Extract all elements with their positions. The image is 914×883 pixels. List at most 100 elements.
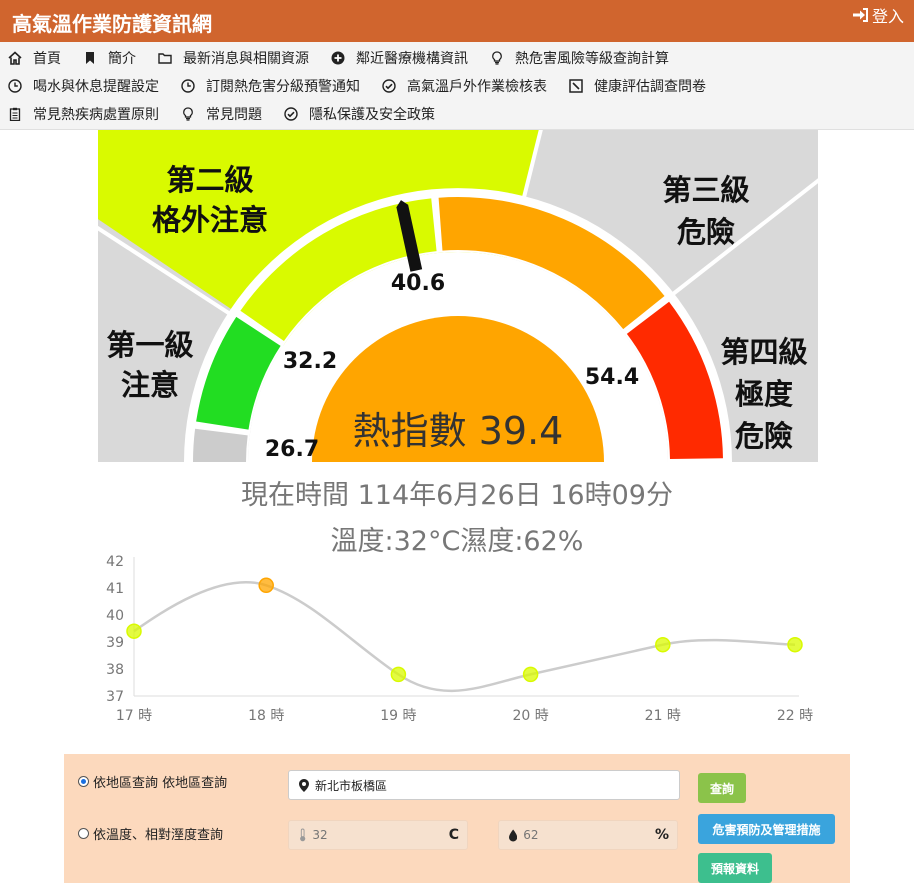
nav-row: 喝水與休息提醒設定 訂閱熱危害分級預警通知 高氣溫戶外作業檢核表 健康評估調查問卷 (0, 72, 720, 100)
area-value: 新北市板橋區 (315, 778, 388, 793)
level-label: 危險 (735, 419, 793, 453)
y-tick-label: 41 (106, 581, 124, 597)
level-label: 危險 (677, 215, 735, 249)
threshold-label: 32.2 (283, 349, 337, 374)
folder-icon (158, 51, 172, 65)
chart-svg: 37 38 39 40 41 42 17 時 18 時 19 時 20 時 21 時 22 時 (106, 554, 813, 724)
nav-item[interactable]: 首頁 (8, 48, 61, 68)
nav-item-label: 熱危害風險等級查詢計算 (515, 51, 669, 67)
main-nav: 首頁 簡介 最新消息與相關資源 鄰近醫療機構資訊 熱危害風險等級查詢計算喝水與休息提醒設… (0, 42, 914, 130)
nav-item[interactable]: 常見問題 (181, 104, 262, 124)
heat-index-forecast-chart: 37 38 39 40 41 42 17 時 18 時 19 時 20 時 21 時 22 時 (98, 548, 828, 738)
map-pin-icon (299, 778, 309, 792)
edit-box-icon (569, 79, 583, 93)
forecast-data-button[interactable]: 預報資料 (698, 853, 772, 883)
data-point[interactable] (787, 636, 803, 653)
y-tick-label: 40 (106, 608, 124, 624)
nav-item-label: 常見熱疾病處置原則 (33, 107, 159, 123)
x-tick-label: 17 時 (116, 708, 152, 724)
nav-item[interactable]: 簡介 (83, 48, 136, 68)
app-header: 高氣溫作業防護資訊網 登入 (0, 0, 914, 42)
data-point[interactable] (258, 577, 274, 594)
level-label: 格外注意 (152, 203, 268, 237)
threshold-label: 40.6 (391, 271, 445, 296)
level-label: 第三級 (662, 173, 749, 207)
nav-item-label: 隱私保護及安全政策 (309, 107, 435, 123)
area-select[interactable]: 新北市板橋區 (288, 770, 680, 800)
nav-item[interactable]: 喝水與休息提醒設定 (8, 76, 159, 96)
level-label: 注意 (121, 368, 179, 402)
nav-item[interactable]: 最新消息與相關資源 (158, 48, 309, 68)
level-label: 極度 (735, 377, 793, 411)
site-title[interactable]: 高氣溫作業防護資訊網 (12, 8, 212, 37)
home-icon (8, 51, 22, 65)
data-point[interactable] (522, 666, 539, 683)
clipboard-icon (8, 107, 22, 121)
check-circle-icon (382, 79, 396, 93)
y-tick-label: 42 (106, 554, 124, 570)
x-tick-label: 21 時 (645, 708, 681, 724)
x-tick-label: 22 時 (777, 708, 813, 724)
check-circle-icon (284, 107, 298, 121)
query-button[interactable]: 查詢 (698, 773, 746, 803)
temperature-input[interactable] (312, 828, 467, 842)
nav-row: 常見熱疾病處置原則 常見問題 隱私保護及安全政策 (0, 100, 449, 128)
nav-row: 首頁 簡介 最新消息與相關資源 鄰近醫療機構資訊 熱危害風險等級查詢計算 (0, 44, 683, 72)
celsius-unit: C (448, 827, 459, 843)
data-point[interactable] (655, 636, 671, 653)
clock-icon (181, 79, 195, 93)
nav-item-label: 簡介 (108, 51, 136, 67)
nav-item-label: 高氣溫戶外作業檢核表 (407, 79, 547, 95)
nav-item[interactable]: 熱危害風險等級查詢計算 (490, 48, 669, 68)
level-label: 第一級 (106, 328, 193, 362)
nav-item-label: 首頁 (33, 51, 61, 67)
x-tick-label: 20 時 (512, 708, 548, 724)
threshold-label: 54.4 (585, 365, 639, 390)
thermometer-icon (300, 828, 306, 842)
level-label: 第四級 (720, 335, 807, 369)
lightbulb-icon (181, 107, 195, 121)
radio-temp-humidity[interactable] (78, 828, 89, 839)
humidity-input-wrap[interactable]: % (498, 820, 678, 850)
option-by-temp-humidity[interactable]: 依溫度、相對溼度查詢 (78, 824, 223, 843)
query-form: 依地區查詢 依地區查詢 依溫度、相對溼度查詢 新北市板橋區 C % 查詢 危害預… (64, 754, 850, 883)
login-icon (852, 8, 868, 22)
y-tick-label: 39 (106, 635, 124, 651)
nav-item[interactable]: 高氣溫戶外作業檢核表 (382, 76, 547, 96)
nav-item[interactable]: 隱私保護及安全政策 (284, 104, 435, 124)
heat-index-label: 熱指數 39.4 (353, 409, 564, 453)
nav-item[interactable]: 鄰近醫療機構資訊 (331, 48, 468, 68)
lightbulb-icon (490, 51, 504, 65)
plus-circle-icon (331, 51, 345, 65)
heat-index-gauge: 26.7 32.2 40.6 54.4 第一級 注意 第二級 格外注意 第三級 危險 第四級 極度 危險… (98, 130, 818, 462)
option-by-area-label: 依地區查詢 依地區查詢 (93, 776, 228, 791)
login-link[interactable]: 登入 (852, 3, 904, 27)
percent-unit: % (654, 827, 669, 843)
bookmark-icon (83, 51, 97, 65)
x-tick-label: 18 時 (248, 708, 284, 724)
radio-area[interactable] (78, 776, 89, 787)
login-label: 登入 (871, 7, 904, 26)
option-by-area[interactable]: 依地區查詢 依地區查詢 (78, 772, 227, 791)
gauge-svg: 26.732.240.654.4第一級注意第二級格外注意第三級危險第四級極度危險… (98, 130, 818, 462)
nav-item[interactable]: 常見熱疾病處置原則 (8, 104, 159, 124)
option-by-temp-label: 依溫度、相對溼度查詢 (93, 828, 224, 843)
nav-item-label: 常見問題 (206, 107, 262, 123)
nav-item-label: 喝水與休息提醒設定 (33, 79, 159, 95)
nav-item[interactable]: 訂閱熱危害分級預警通知 (181, 76, 360, 96)
prevention-measures-button[interactable]: 危害預防及管理措施 (698, 814, 835, 844)
current-time: 現在時間 114年6月26日 16時09分 (241, 480, 673, 511)
temperature-input-wrap[interactable]: C (288, 820, 468, 850)
water-drop-icon (509, 829, 518, 841)
data-point[interactable] (126, 623, 142, 639)
series-line (133, 581, 796, 693)
nav-item-label: 鄰近醫療機構資訊 (356, 51, 468, 67)
data-point[interactable] (390, 666, 407, 683)
nav-item-label: 健康評估調查問卷 (594, 79, 706, 95)
nav-item[interactable]: 健康評估調查問卷 (569, 76, 706, 96)
humidity-input[interactable] (523, 828, 677, 842)
level-label: 第二級 (166, 163, 253, 197)
nav-item-label: 訂閱熱危害分級預警通知 (206, 79, 360, 95)
threshold-label: 26.7 (265, 437, 319, 462)
nav-item-label: 最新消息與相關資源 (183, 51, 309, 67)
